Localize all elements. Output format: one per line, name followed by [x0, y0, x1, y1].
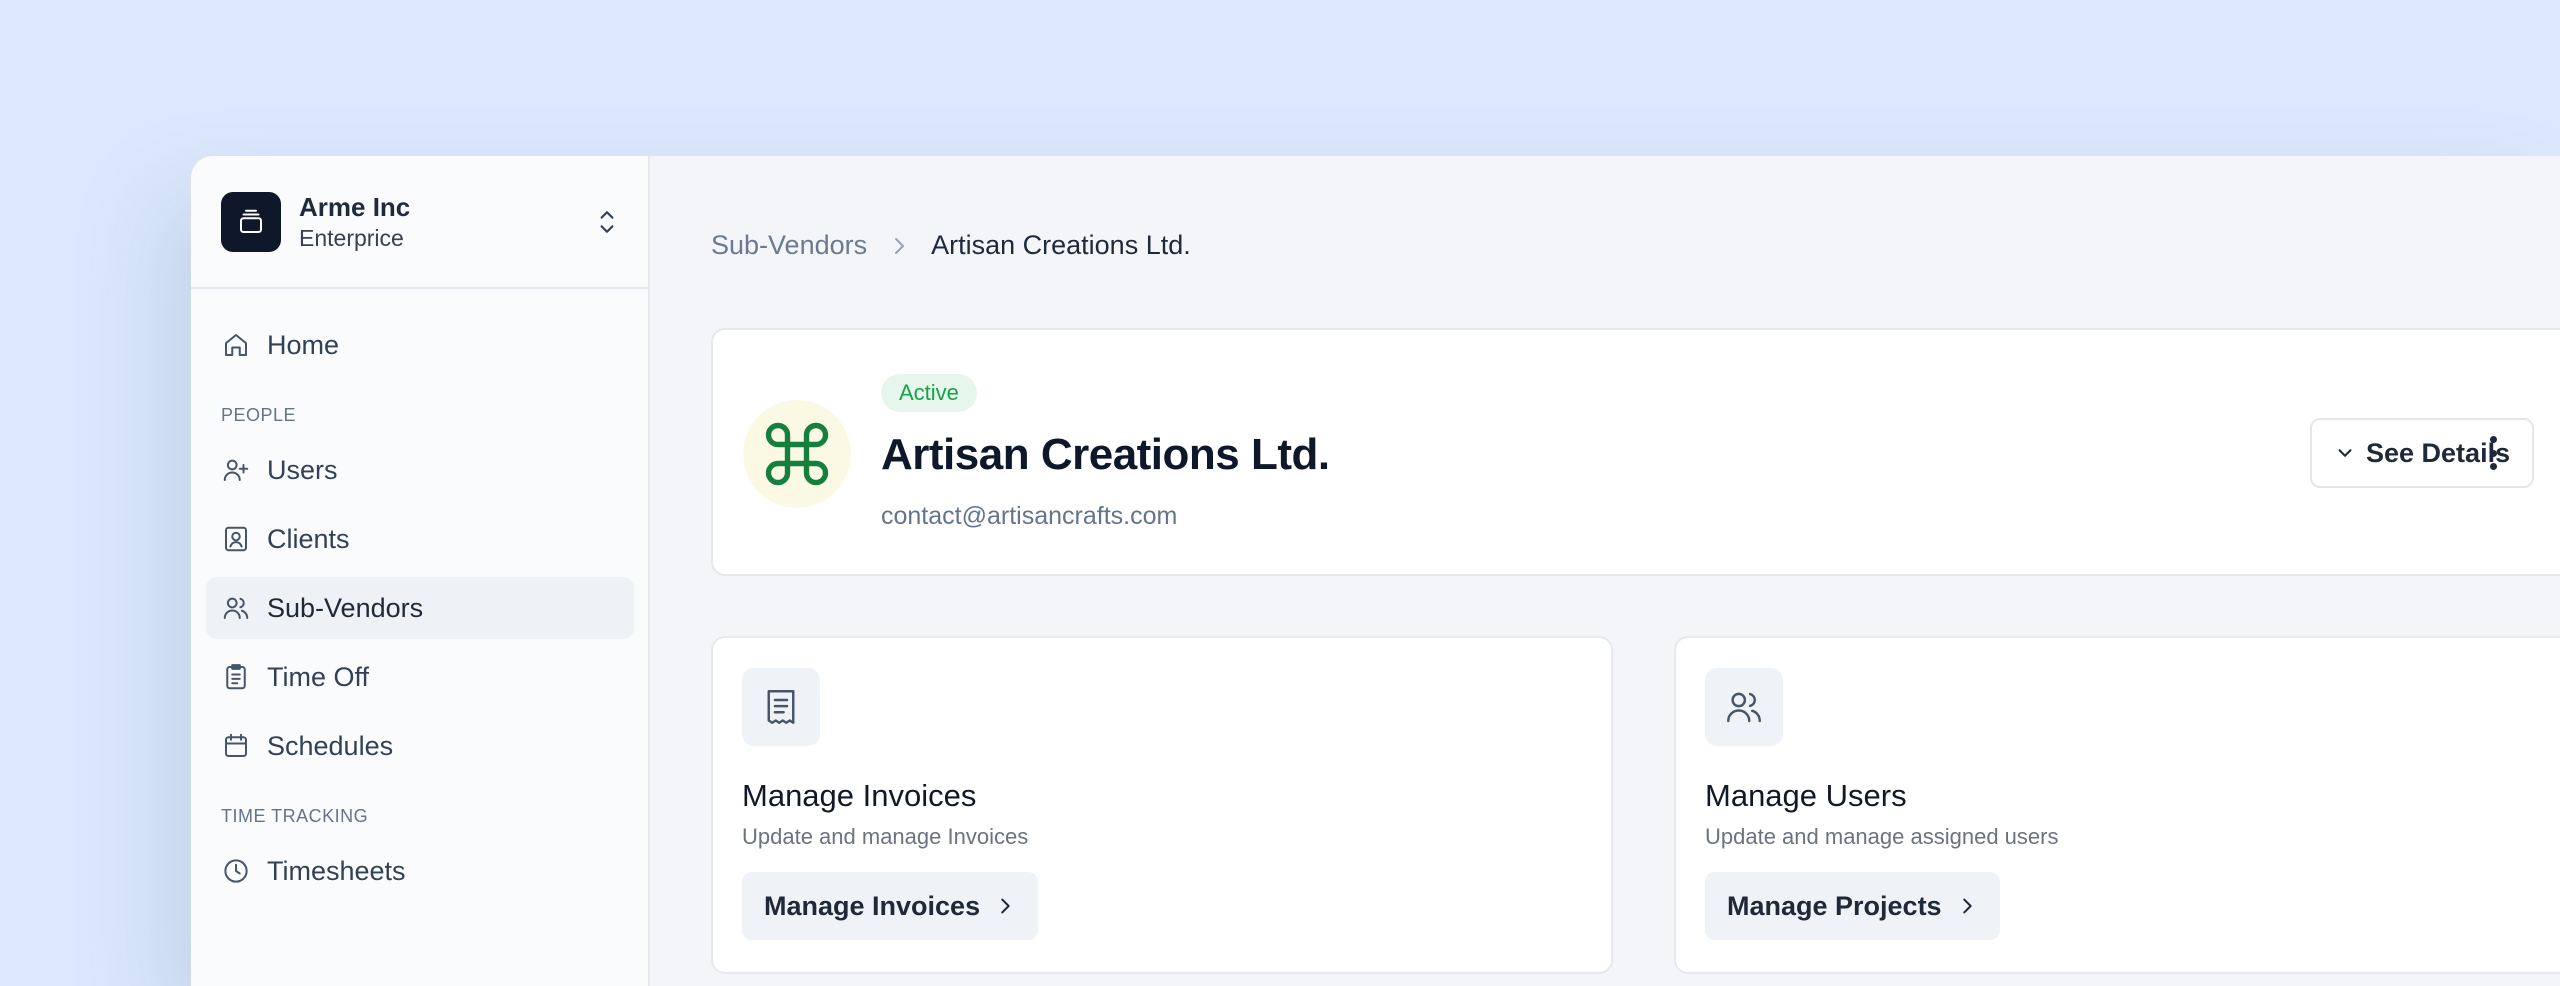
org-name: Arme Inc: [299, 191, 411, 222]
nav-section-people: PEOPLE: [221, 405, 297, 425]
sidebar-item-label: Users: [267, 454, 338, 485]
nav-section-time-tracking: TIME TRACKING: [221, 806, 369, 826]
manage-projects-button[interactable]: Manage Projects: [1705, 872, 2000, 940]
chevron-up-down-icon[interactable]: [594, 205, 620, 239]
chevron-right-icon: [895, 237, 905, 254]
contact-card-icon: [221, 524, 251, 554]
sidebar-item-label: Schedules: [267, 730, 394, 761]
calendar-icon: [221, 731, 251, 761]
sidebar-item-sub-vendors[interactable]: Sub-Vendors: [206, 577, 634, 639]
receipt-icon: [742, 668, 820, 746]
user-plus-icon: [221, 455, 251, 485]
org-logo-icon: [221, 191, 281, 252]
card-description: Update and manage assigned users: [1705, 824, 2059, 849]
manage-invoices-card: Manage Invoices Update and manage Invoic…: [711, 636, 1613, 974]
button-label: Manage Invoices: [764, 890, 981, 921]
clipboard-list-icon: [221, 662, 251, 692]
app-window: Arme Inc Enterprice Home PEOPLE Users Cl…: [191, 156, 2560, 986]
sidebar-item-label: Time Off: [267, 661, 370, 692]
sidebar-item-label: Home: [267, 329, 340, 360]
org-plan: Enterprice: [299, 224, 404, 251]
users-icon: [1705, 668, 1783, 746]
sidebar-item-timesheets[interactable]: Timesheets: [206, 840, 634, 902]
page-title: Artisan Creations Ltd.: [881, 430, 1330, 479]
users-icon: [221, 593, 251, 623]
org-switcher[interactable]: Arme Inc Enterprice: [191, 156, 648, 289]
sidebar-item-label: Sub-Vendors: [267, 592, 424, 623]
chevron-right-icon: [1962, 898, 1972, 914]
chevron-down-icon: [2338, 449, 2352, 457]
clock-icon: [221, 856, 251, 886]
sidebar-item-schedules[interactable]: Schedules: [206, 715, 634, 777]
manage-users-card: Manage Users Update and manage assigned …: [1674, 636, 2560, 974]
sidebar: Arme Inc Enterprice Home PEOPLE Users Cl…: [191, 156, 650, 986]
vendor-email: contact@artisancrafts.com: [881, 502, 1178, 530]
manage-invoices-button[interactable]: Manage Invoices: [742, 872, 1039, 940]
sidebar-nav: Home PEOPLE Users Clients Sub-Vendors Ti…: [191, 289, 648, 902]
sidebar-item-time-off[interactable]: Time Off: [206, 646, 634, 708]
card-title: Manage Invoices: [742, 778, 977, 813]
sidebar-item-clients[interactable]: Clients: [206, 508, 634, 570]
chevron-right-icon: [1001, 898, 1010, 914]
sidebar-item-label: Timesheets: [267, 855, 406, 886]
vendor-logo-icon: [743, 400, 851, 508]
breadcrumb-current: Artisan Creations Ltd.: [931, 230, 1191, 260]
card-description: Update and manage Invoices: [742, 824, 1029, 849]
status-badge: Active: [881, 374, 977, 412]
main-content: Sub-Vendors Artisan Creations Ltd. Activ…: [650, 156, 2560, 986]
home-icon: [221, 330, 251, 360]
sidebar-item-users[interactable]: Users: [206, 439, 634, 501]
breadcrumb-parent-link[interactable]: Sub-Vendors: [711, 230, 867, 261]
sidebar-item-home[interactable]: Home: [206, 314, 634, 376]
card-title: Manage Users: [1705, 778, 1907, 813]
vendor-header-card: Active Artisan Creations Ltd. contact@ar…: [711, 328, 2560, 576]
button-label: Manage Projects: [1727, 890, 1942, 921]
breadcrumb: Sub-Vendors Artisan Creations Ltd.: [711, 230, 1191, 261]
more-options-icon[interactable]: [2473, 430, 2513, 476]
sidebar-item-label: Clients: [267, 523, 350, 554]
